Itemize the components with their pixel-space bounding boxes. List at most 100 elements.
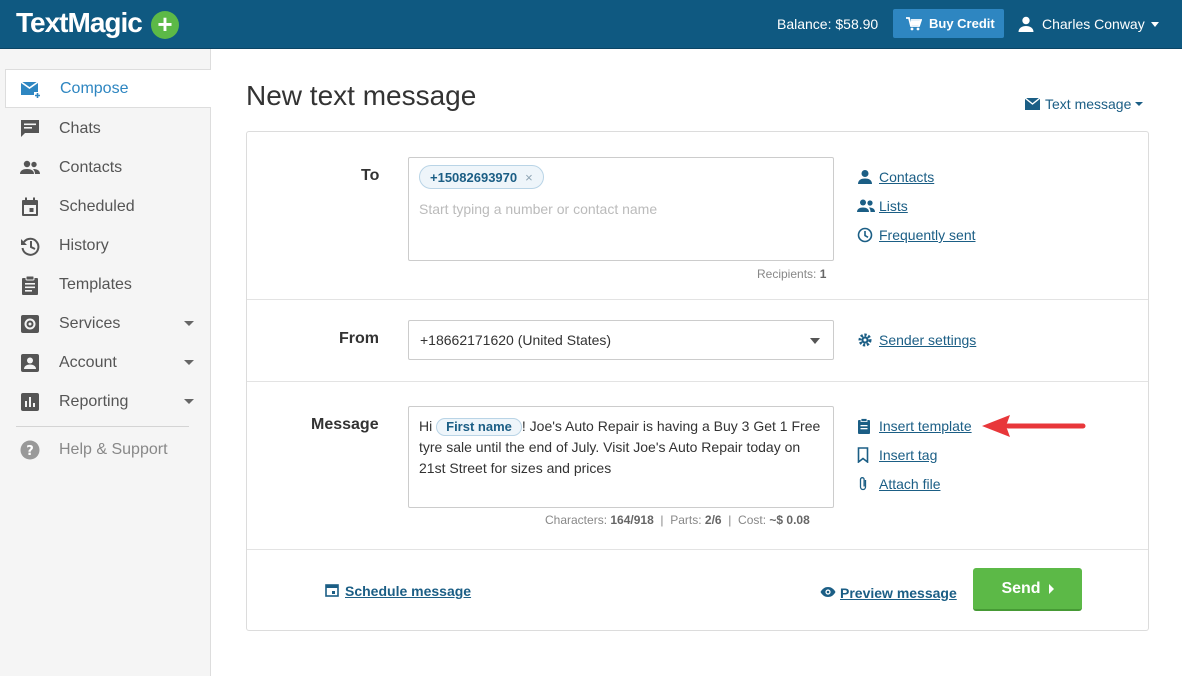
schedule-message-link[interactable]: Schedule message <box>325 583 472 599</box>
sidebar-item-label: Account <box>59 353 117 371</box>
calendar-icon <box>325 584 339 597</box>
message-textarea[interactable]: Hi First name! Joe's Auto Repair is havi… <box>408 406 834 508</box>
preview-message-link[interactable]: Preview message <box>820 585 957 601</box>
row-divider <box>247 549 1148 550</box>
compose-panel: To +15082693970 × Recipients: 1 Contacts… <box>246 131 1149 631</box>
envelope-icon <box>1025 98 1040 110</box>
recipient-chip[interactable]: +15082693970 × <box>419 165 544 189</box>
send-label: Send <box>1001 579 1041 597</box>
sidebar-item-label: History <box>59 236 109 254</box>
message-label: Message <box>311 416 379 433</box>
insert-template-link[interactable]: Insert template <box>858 418 972 434</box>
row-divider <box>247 299 1148 300</box>
sender-value: +18662171620 (United States) <box>420 332 612 348</box>
history-icon <box>21 237 40 256</box>
recipients-field[interactable]: +15082693970 × <box>408 157 834 261</box>
buy-credit-label: Buy Credit <box>929 16 995 31</box>
frequently-sent-link[interactable]: Frequently sent <box>857 227 976 243</box>
sidebar-item-compose[interactable]: Compose <box>5 69 211 108</box>
remove-recipient-icon[interactable]: × <box>525 170 533 185</box>
page-title: New text message <box>246 80 477 111</box>
annotation-arrow <box>982 415 1086 437</box>
chat-icon <box>21 120 39 137</box>
sidebar-item-services[interactable]: Services <box>0 304 210 343</box>
row-divider <box>247 381 1148 382</box>
contacts-link[interactable]: Contacts <box>858 169 935 185</box>
insert-template-label: Insert template <box>879 418 972 434</box>
insert-tag-link[interactable]: Insert tag <box>857 447 938 463</box>
message-prefix: Hi <box>419 418 437 434</box>
chevron-down-icon <box>1150 21 1159 27</box>
first-name-tag[interactable]: First name <box>436 418 522 436</box>
paperclip-icon <box>859 477 867 491</box>
chevron-down-icon <box>1135 102 1144 106</box>
message-type-label: Text message <box>1045 96 1132 112</box>
lists-link-label: Lists <box>879 198 908 214</box>
send-button[interactable]: Send <box>973 568 1082 611</box>
account-icon <box>21 354 39 372</box>
chevron-down-icon <box>184 360 194 365</box>
attach-file-link[interactable]: Attach file <box>859 476 940 492</box>
help-icon: ? <box>20 440 40 460</box>
clock-icon <box>857 227 873 243</box>
sidebar-item-history[interactable]: History <box>0 226 210 265</box>
sidebar-item-label: Templates <box>59 275 132 293</box>
cost-value: ~$ 0.08 <box>769 513 810 527</box>
compose-icon <box>21 81 41 99</box>
sidebar-item-label: Compose <box>60 79 129 97</box>
sidebar-item-account[interactable]: Account <box>0 343 210 382</box>
sidebar-divider <box>16 426 189 427</box>
quick-add-icon[interactable]: + <box>151 11 179 39</box>
person-icon <box>858 170 872 184</box>
recipient-number: +15082693970 <box>430 169 518 185</box>
schedule-message-label: Schedule message <box>345 583 472 599</box>
lists-link[interactable]: Lists <box>857 198 908 214</box>
user-icon <box>1018 16 1034 32</box>
cart-icon <box>906 16 922 30</box>
gear-icon <box>858 333 872 347</box>
bookmark-icon <box>857 447 869 463</box>
message-type-dropdown[interactable]: Text message <box>1025 96 1144 112</box>
chart-icon <box>21 393 39 411</box>
chevron-down-icon <box>184 321 194 326</box>
recipients-value: 1 <box>819 267 827 281</box>
sidebar-item-help[interactable]: ? Help & Support <box>0 430 210 469</box>
contacts-link-label: Contacts <box>879 169 935 185</box>
message-stats: Characters: 164/918 | Parts: 2/6 | Cost:… <box>545 513 810 527</box>
parts-label: Parts: <box>670 513 702 527</box>
textmagic-logo[interactable]: TextMagic <box>16 7 143 39</box>
clipboard-icon <box>858 418 870 434</box>
group-icon <box>857 199 875 212</box>
eye-icon <box>820 587 836 597</box>
play-icon <box>1048 583 1054 594</box>
recipients-label: Recipients: <box>757 267 817 281</box>
user-menu[interactable]: Charles Conway <box>1018 16 1159 32</box>
characters-value: 164/918 <box>610 513 654 527</box>
sidebar-item-contacts[interactable]: Contacts <box>0 148 210 187</box>
sender-settings-link[interactable]: Sender settings <box>858 332 977 348</box>
chevron-down-icon <box>810 338 820 344</box>
insert-tag-label: Insert tag <box>879 447 938 463</box>
sender-settings-label: Sender settings <box>879 332 977 348</box>
sender-select[interactable]: +18662171620 (United States) <box>408 320 834 360</box>
cost-label: Cost: <box>738 513 767 527</box>
frequently-sent-label: Frequently sent <box>879 227 976 243</box>
sidebar: Compose Chats Contacts Scheduled History… <box>0 49 211 676</box>
sidebar-item-chats[interactable]: Chats <box>0 109 210 148</box>
svg-text:?: ? <box>26 444 34 459</box>
sidebar-item-label: Reporting <box>59 392 129 410</box>
buy-credit-button[interactable]: Buy Credit <box>893 9 1004 38</box>
top-bar: TextMagic + Balance: $58.90 Buy Credit C… <box>0 0 1182 49</box>
preview-message-label: Preview message <box>840 585 957 601</box>
sidebar-item-label: Contacts <box>59 158 123 176</box>
balance-text: Balance: $58.90 <box>777 16 879 32</box>
recipients-count: Recipients: 1 <box>757 267 826 281</box>
sidebar-item-scheduled[interactable]: Scheduled <box>0 187 210 226</box>
calendar-icon <box>22 197 38 216</box>
parts-value: 2/6 <box>704 513 722 527</box>
sidebar-item-reporting[interactable]: Reporting <box>0 382 210 421</box>
gear-icon <box>21 315 39 333</box>
sidebar-item-label: Chats <box>59 119 101 137</box>
sidebar-item-templates[interactable]: Templates <box>0 265 210 304</box>
recipient-input[interactable] <box>419 201 819 217</box>
